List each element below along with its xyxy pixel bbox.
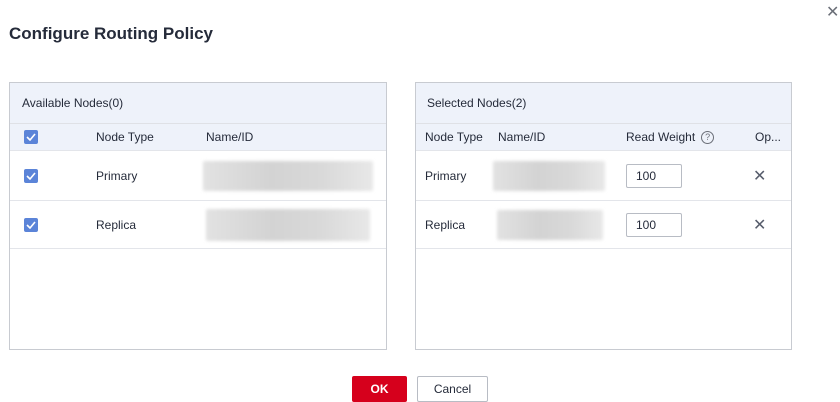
col-name-id: Name/ID: [498, 130, 546, 144]
checkbox-checked-icon: [24, 168, 38, 183]
redacted-name: [206, 209, 370, 241]
read-weight-label: Read Weight: [626, 130, 696, 144]
selected-table-header: Node Type Name/ID Read Weight ? Op...: [416, 124, 791, 151]
ok-button[interactable]: OK: [352, 376, 407, 402]
node-type: Replica: [425, 217, 466, 232]
table-row: Primary: [10, 151, 386, 201]
row-checkbox[interactable]: [24, 151, 38, 200]
col-name-id: Name/ID: [206, 130, 254, 144]
col-operation: Op...: [755, 130, 782, 144]
available-table-header: Node Type Name/ID: [10, 124, 386, 151]
remove-button[interactable]: ✕: [753, 201, 766, 248]
read-weight-input[interactable]: [626, 163, 682, 188]
dialog-title: Configure Routing Policy: [9, 24, 213, 43]
available-nodes-panel: Available Nodes(0) Node Type Name/ID Pri…: [9, 82, 387, 350]
node-type: Replica: [96, 217, 137, 232]
weight-cell: [626, 201, 682, 248]
col-node-type: Node Type: [425, 130, 483, 144]
routing-policy-dialog: ✕ Configure Routing Policy Available Nod…: [0, 0, 840, 402]
table-row: Replica ✕: [416, 201, 791, 249]
selected-nodes-header: Selected Nodes(2): [416, 83, 791, 124]
remove-button[interactable]: ✕: [753, 151, 766, 200]
weight-cell: [626, 151, 682, 200]
col-node-type: Node Type: [96, 130, 154, 144]
redacted-name: [203, 161, 373, 191]
table-row: Primary ✕: [416, 151, 791, 201]
available-nodes-header: Available Nodes(0): [10, 83, 386, 124]
checkbox-checked-icon: [24, 130, 38, 144]
read-weight-input[interactable]: [626, 212, 682, 237]
selected-nodes-panel: Selected Nodes(2) Node Type Name/ID Read…: [415, 82, 792, 350]
close-icon: ✕: [753, 216, 767, 234]
select-all-checkbox[interactable]: [24, 124, 38, 150]
redacted-name: [497, 210, 603, 240]
cancel-button[interactable]: Cancel: [417, 376, 488, 402]
redacted-name: [493, 161, 605, 191]
question-circle-icon[interactable]: ?: [701, 130, 715, 144]
col-read-weight: Read Weight ?: [626, 124, 715, 150]
close-icon[interactable]: ✕: [826, 5, 840, 21]
checkbox-checked-icon: [24, 217, 38, 232]
node-type: Primary: [425, 168, 467, 183]
table-row: Replica: [10, 201, 386, 249]
close-icon: ✕: [753, 167, 767, 185]
node-type: Primary: [96, 168, 138, 183]
row-checkbox[interactable]: [24, 201, 38, 248]
